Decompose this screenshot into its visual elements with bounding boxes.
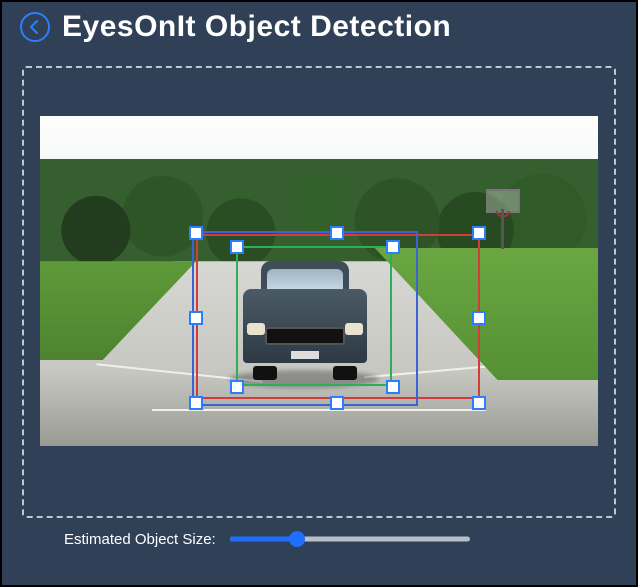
resize-handle[interactable] xyxy=(189,311,203,325)
footer: Estimated Object Size: xyxy=(2,530,636,562)
resize-handle[interactable] xyxy=(330,396,344,410)
resize-handle[interactable] xyxy=(189,226,203,240)
arrow-left-icon xyxy=(27,19,43,35)
basketball-hoop xyxy=(486,189,520,235)
resize-handle[interactable] xyxy=(472,226,486,240)
resize-handle[interactable] xyxy=(230,380,244,394)
resize-handle[interactable] xyxy=(330,226,344,240)
resize-handle[interactable] xyxy=(472,396,486,410)
slider-thumb[interactable] xyxy=(289,531,305,547)
resize-handle[interactable] xyxy=(386,240,400,254)
header: EyesOnIt Object Detection xyxy=(2,2,636,48)
detection-panel xyxy=(22,66,616,518)
camera-viewport[interactable] xyxy=(40,116,598,446)
resize-handle[interactable] xyxy=(189,396,203,410)
slider-label: Estimated Object Size: xyxy=(64,531,216,548)
detected-vehicle xyxy=(235,255,375,380)
back-button[interactable] xyxy=(20,12,50,42)
resize-handle[interactable] xyxy=(386,380,400,394)
resize-handle[interactable] xyxy=(230,240,244,254)
slider-fill xyxy=(230,537,297,542)
resize-handle[interactable] xyxy=(472,311,486,325)
object-size-slider[interactable] xyxy=(230,530,470,548)
page-title: EyesOnIt Object Detection xyxy=(62,10,451,44)
